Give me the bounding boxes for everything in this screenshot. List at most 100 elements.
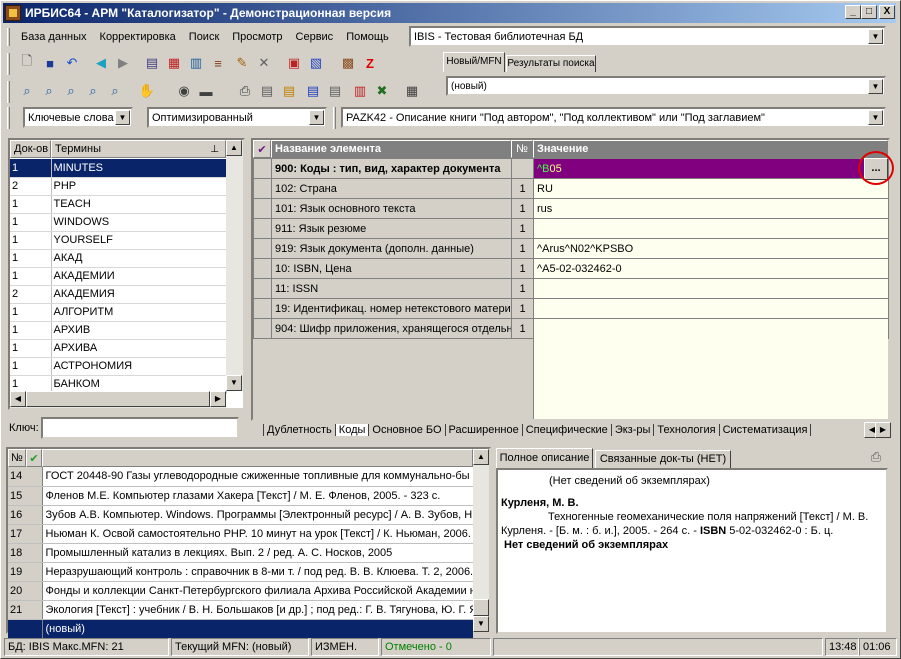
new-document-icon[interactable]: 🗋: [18, 53, 36, 72]
scroll-up-icon[interactable]: ▲: [473, 449, 489, 465]
term-row[interactable]: 2 АКАДЕМИЯ: [10, 285, 227, 304]
minimize-button[interactable]: _: [845, 5, 861, 19]
scroll-right-icon[interactable]: ▶: [210, 391, 226, 407]
term-row[interactable]: 1 АРХИВА: [10, 339, 227, 358]
print-icon[interactable]: ⎙: [236, 82, 254, 100]
field-row[interactable]: 101: Язык основного текста 1 rus: [253, 198, 889, 219]
delete-icon[interactable]: ✕: [255, 54, 273, 72]
output-list-icon[interactable]: ▤: [326, 82, 344, 100]
field-value[interactable]: rus: [533, 198, 889, 219]
tab-extended[interactable]: Расширенное: [446, 424, 523, 436]
save-icon[interactable]: ■: [41, 54, 59, 72]
term-row[interactable]: 1 АКАД: [10, 249, 227, 268]
irbis-icon[interactable]: ▩: [339, 54, 357, 72]
settings-icon[interactable]: ▦: [403, 82, 421, 100]
field-row[interactable]: 911: Язык резюме 1: [253, 218, 889, 239]
term-row[interactable]: 2 PHP: [10, 177, 227, 196]
menu-help[interactable]: Помощь: [346, 31, 389, 43]
col-record-no[interactable]: №: [8, 449, 26, 467]
search-doc-icon[interactable]: ⌕: [18, 82, 36, 100]
grid-icon[interactable]: ▦: [165, 54, 183, 72]
save-results-icon[interactable]: ▬: [197, 82, 215, 100]
optimization-select[interactable]: Оптимизированный ▼: [147, 107, 327, 128]
edit-icon[interactable]: ✎: [233, 54, 251, 72]
field-value[interactable]: [533, 278, 889, 299]
term-row[interactable]: 1 АСТРОНОМИЯ: [10, 357, 227, 376]
copy-record-icon[interactable]: ▤: [143, 54, 161, 72]
back-arrow-icon[interactable]: ◀: [92, 54, 110, 72]
record-row[interactable]: 17 Ньюман К. Освой самостоятельно PHP. 10…: [8, 524, 473, 544]
tab-doublet[interactable]: Дублетность: [263, 424, 336, 436]
tab-copies[interactable]: Экз-ры: [612, 424, 655, 436]
term-row[interactable]: 1 YOURSELF: [10, 231, 227, 250]
scroll-down-icon[interactable]: ▼: [473, 616, 489, 632]
search-dictionary-icon[interactable]: ⌕: [84, 82, 102, 100]
chevron-down-icon[interactable]: ▼: [309, 110, 324, 125]
records-vscroll[interactable]: ▲ ▼: [473, 449, 489, 632]
export-output-icon[interactable]: ▤: [280, 82, 298, 100]
col-number[interactable]: №: [511, 140, 533, 158]
excel-icon[interactable]: ✖: [373, 82, 391, 100]
record-row[interactable]: 19 Неразрушающий контроль : справочник в …: [8, 562, 473, 582]
tabs-right-icon[interactable]: ▶: [875, 422, 891, 438]
term-row[interactable]: 1 MINUTES: [10, 159, 227, 178]
tab-specific[interactable]: Специфические: [523, 424, 612, 436]
record-check-icon[interactable]: ✔: [26, 449, 42, 467]
menu-search[interactable]: Поиск: [189, 31, 219, 43]
maximize-button[interactable]: □: [861, 5, 877, 19]
terms-hscroll[interactable]: ◀ ▶: [10, 391, 226, 408]
pin-icon[interactable]: ⊥: [210, 144, 219, 155]
tab-technology[interactable]: Технология: [654, 424, 720, 436]
field-value[interactable]: [533, 298, 889, 319]
field-row[interactable]: 900: Коды : тип, вид, характер документа…: [253, 158, 889, 179]
menu-correction[interactable]: Корректировка: [100, 31, 176, 43]
record-row[interactable]: 15 Фленов М.Е. Компьютер глазами Хакера […: [8, 486, 473, 506]
field-value[interactable]: RU: [533, 178, 889, 199]
close-button[interactable]: X: [879, 5, 895, 19]
field-row[interactable]: 904: Шифр приложения, хранящегося отдель…: [253, 318, 889, 339]
record-row[interactable]: 21 Экология [Текст] : учебник / В. Н. Бол…: [8, 600, 473, 620]
z3950-icon[interactable]: Z: [361, 54, 379, 72]
record-row[interactable]: 18 Промышленный катализ в лекциях. Вып. 2…: [8, 543, 473, 563]
col-value[interactable]: Значение: [533, 140, 888, 158]
menu-database[interactable]: База данных: [21, 31, 87, 43]
worksheet-select[interactable]: PAZK42 - Описание книги "Под автором", "…: [341, 107, 886, 128]
tab-main-bo[interactable]: Основное БО: [369, 424, 446, 436]
search-history-icon[interactable]: ⌕: [106, 82, 124, 100]
terms-col-terms[interactable]: Термины ⊥: [51, 140, 226, 158]
terms-vscroll[interactable]: ▲ ▼: [226, 140, 243, 391]
search-sequential-icon[interactable]: ⌕: [62, 82, 80, 100]
term-row[interactable]: 1 АЛГОРИТМ: [10, 303, 227, 322]
tab-new-mfn[interactable]: Новый/MFN: [443, 52, 505, 72]
mark-icon[interactable]: ✋: [138, 82, 156, 100]
chevron-down-icon[interactable]: ▼: [115, 110, 130, 125]
scroll-up-icon[interactable]: ▲: [226, 140, 242, 156]
print-description-icon[interactable]: ⎙: [867, 448, 885, 466]
statistics-icon[interactable]: ▥: [351, 82, 369, 100]
vscroll-thumb[interactable]: [473, 599, 489, 616]
copy-output-icon[interactable]: ▤: [304, 82, 322, 100]
field-value[interactable]: ^Arus^N02^KPSBO: [533, 238, 889, 259]
term-row[interactable]: 1 WINDOWS: [10, 213, 227, 232]
col-element-name[interactable]: Название элемента: [271, 140, 511, 158]
menu-service[interactable]: Сервис: [296, 31, 334, 43]
term-row[interactable]: 1 TEACH: [10, 195, 227, 214]
scroll-left-icon[interactable]: ◀: [10, 391, 26, 407]
record-row[interactable]: 16 Зубов А.В. Компьютер. Windows. Програм…: [8, 505, 473, 525]
term-row[interactable]: 1 АКАДЕМИИ: [10, 267, 227, 286]
forward-arrow-icon[interactable]: ▶: [114, 54, 132, 72]
new-record-select[interactable]: (новый) ▼: [446, 76, 886, 96]
field-row[interactable]: 19: Идентификац. номер нетекстового мате…: [253, 298, 889, 319]
import-icon[interactable]: ▣: [285, 54, 303, 72]
replicate-icon[interactable]: ▥: [187, 54, 205, 72]
export-icon[interactable]: ▧: [307, 54, 325, 72]
search-advanced-icon[interactable]: ⌕: [40, 82, 58, 100]
tab-related-docs[interactable]: Связанные док-ты (НЕТ): [595, 450, 731, 468]
chevron-down-icon[interactable]: ▼: [868, 110, 883, 125]
field-row[interactable]: 11: ISSN 1: [253, 278, 889, 299]
database-select[interactable]: IBIS - Тестовая библиотечная БД ▼: [409, 26, 886, 47]
menu-view[interactable]: Просмотр: [232, 31, 282, 43]
record-row[interactable]: 20 Фонды и коллекции Санкт-Петербургского…: [8, 581, 473, 601]
col-record-desc[interactable]: [42, 449, 473, 467]
record-row[interactable]: 14 ГОСТ 20448-90 Газы углеводородные сжиж…: [8, 467, 473, 487]
